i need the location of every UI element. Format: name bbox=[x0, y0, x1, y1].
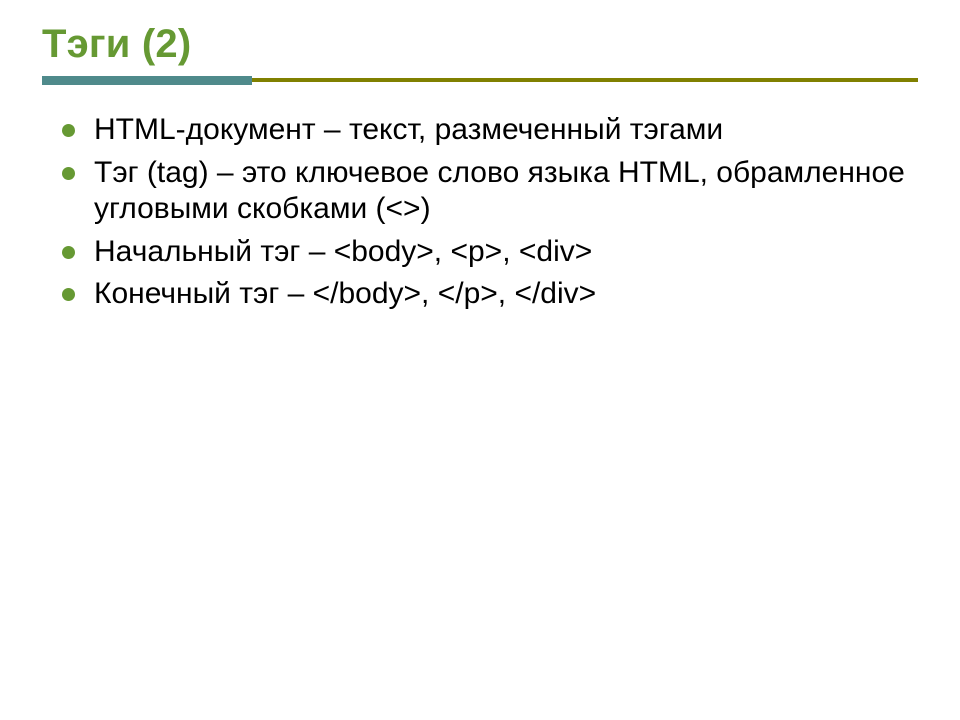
title-block: Тэги (2) bbox=[42, 22, 918, 86]
bullet-text: Тэг (tag) – это ключевое слово языка HTM… bbox=[94, 156, 905, 226]
title-underline bbox=[42, 76, 918, 86]
bullet-list: HTML-документ – текст, размеченный тэгам… bbox=[52, 112, 918, 313]
bullet-text: HTML-документ – текст, размеченный тэгам… bbox=[94, 113, 723, 146]
slide-title: Тэги (2) bbox=[42, 22, 918, 66]
bullet-text: Конечный тэг – </body>, </p>, </div> bbox=[94, 277, 596, 310]
list-item: Конечный тэг – </body>, </p>, </div> bbox=[52, 276, 918, 313]
list-item: HTML-документ – текст, размеченный тэгам… bbox=[52, 112, 918, 149]
slide-body: HTML-документ – текст, размеченный тэгам… bbox=[42, 112, 918, 313]
bullet-text: Начальный тэг – <body>, <p>, <div> bbox=[94, 235, 592, 268]
list-item: Начальный тэг – <body>, <p>, <div> bbox=[52, 234, 918, 271]
slide: Тэги (2) HTML-документ – текст, размечен… bbox=[0, 0, 960, 720]
title-underline-accent bbox=[42, 76, 252, 85]
list-item: Тэг (tag) – это ключевое слово языка HTM… bbox=[52, 155, 918, 228]
